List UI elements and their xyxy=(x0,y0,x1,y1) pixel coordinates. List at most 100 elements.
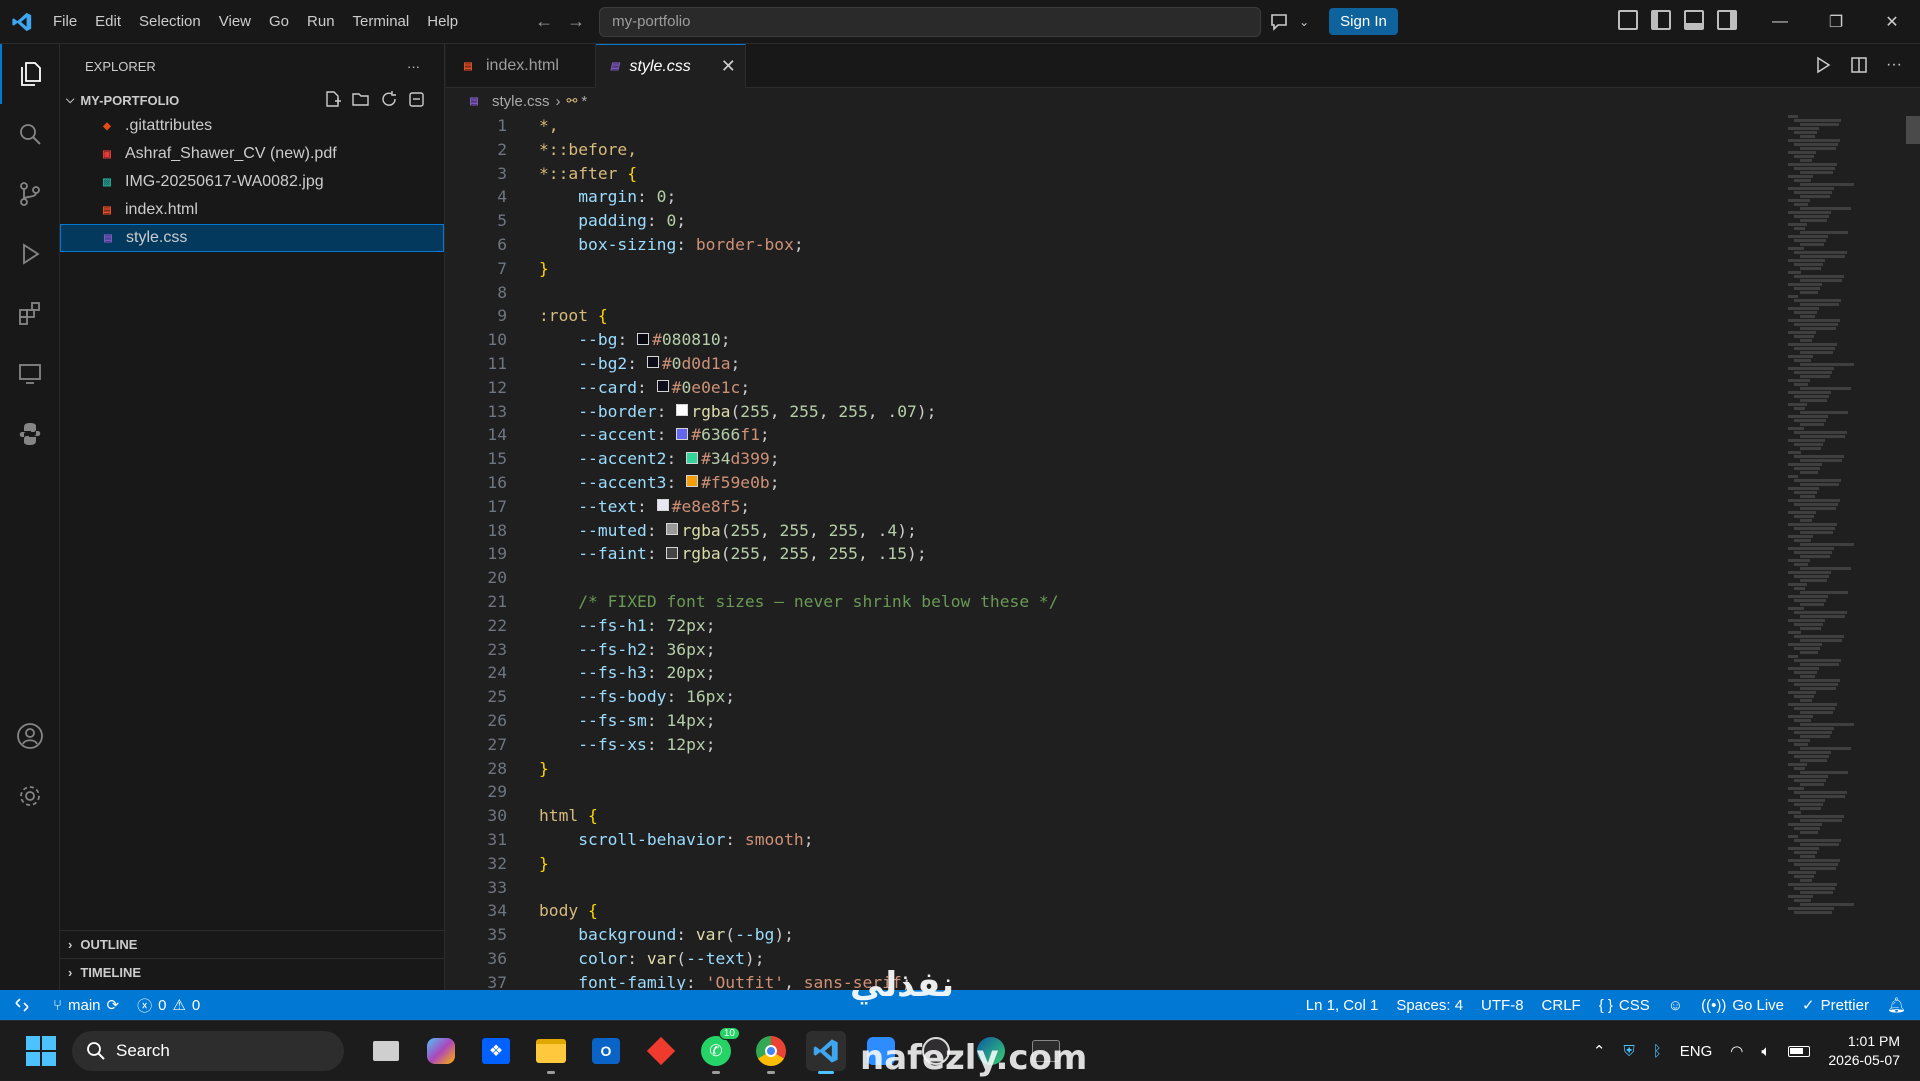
code-line[interactable]: 10 --bg: #080810; xyxy=(446,328,1786,352)
file-item[interactable]: ▣ Ashraf_Shawer_CV (new).pdf xyxy=(60,140,444,168)
copilot-app-icon[interactable] xyxy=(421,1031,461,1071)
remote-explorer-icon[interactable] xyxy=(0,344,60,404)
chevron-up-icon[interactable]: ⌃ xyxy=(1593,1042,1606,1060)
windows-start-icon[interactable] xyxy=(20,1030,62,1072)
menu-edit[interactable]: Edit xyxy=(86,0,130,44)
code-line[interactable]: 27 --fs-xs: 12px; xyxy=(446,733,1786,757)
minimap[interactable] xyxy=(1786,114,1904,990)
code-line[interactable]: 37 font-family: 'Outfit', sans-serif; xyxy=(446,971,1786,990)
python-icon[interactable] xyxy=(0,404,60,464)
tab-index-html[interactable]: ▤ index.html xyxy=(446,44,596,88)
restore-button[interactable]: ❐ xyxy=(1808,0,1864,44)
refresh-icon[interactable] xyxy=(380,90,398,111)
remote-indicator-icon[interactable] xyxy=(0,990,44,1020)
notifications-bell-icon[interactable]: 🔔︎ xyxy=(1878,996,1920,1014)
scrollbar-thumb[interactable] xyxy=(1906,116,1920,144)
cursor-position[interactable]: Ln 1, Col 1 xyxy=(1297,997,1388,1014)
file-item[interactable]: ▨ IMG-20250617-WA0082.jpg xyxy=(60,168,444,196)
code-line[interactable]: 21 /* FIXED font sizes — never shrink be… xyxy=(446,590,1786,614)
code-line[interactable]: 4 margin: 0; xyxy=(446,185,1786,209)
color-swatch[interactable] xyxy=(656,499,669,512)
sign-in-button[interactable]: Sign In xyxy=(1329,8,1398,35)
breadcrumb-file[interactable]: style.css xyxy=(492,93,550,110)
color-swatch[interactable] xyxy=(686,451,699,464)
go-live-button[interactable]: ((•)) Go Live xyxy=(1692,997,1793,1014)
color-swatch[interactable] xyxy=(676,427,689,440)
code-line[interactable]: 34 body { xyxy=(446,899,1786,923)
code-line[interactable]: 2 *::before, xyxy=(446,138,1786,162)
menu-go[interactable]: Go xyxy=(260,0,298,44)
vscode-taskbar-icon[interactable] xyxy=(806,1030,846,1074)
task-view-icon[interactable] xyxy=(366,1031,406,1071)
back-arrow-icon[interactable]: ← xyxy=(535,11,553,32)
code-line[interactable]: 26 --fs-sm: 14px; xyxy=(446,709,1786,733)
branch-status[interactable]: ⑂ main ⟳ xyxy=(44,996,128,1015)
code-line[interactable]: 1 *, xyxy=(446,114,1786,138)
code-line[interactable]: 32} xyxy=(446,852,1786,876)
menu-terminal[interactable]: Terminal xyxy=(344,0,419,44)
wifi-icon[interactable]: ◠ xyxy=(1730,1042,1743,1060)
clock[interactable]: 1:01 PM 2026-05-07 xyxy=(1828,1032,1900,1070)
menu-help[interactable]: Help xyxy=(418,0,467,44)
code-line[interactable]: 25 --fs-body: 16px; xyxy=(446,685,1786,709)
code-line[interactable]: 9:root { xyxy=(446,304,1786,328)
code-line[interactable]: 36 color: var(--text); xyxy=(446,947,1786,971)
file-item[interactable]: ▤ style.css xyxy=(60,224,444,252)
folder-my-portfolio[interactable]: ⌵ MY-PORTFOLIO xyxy=(60,88,444,112)
tab-style-css[interactable]: ▤ style.css ✕ xyxy=(596,44,746,88)
code-line[interactable]: 28} xyxy=(446,757,1786,781)
copilot-status-icon[interactable]: ☺ xyxy=(1659,997,1692,1014)
accounts-icon[interactable] xyxy=(0,706,60,766)
code-line[interactable]: 33 xyxy=(446,876,1786,900)
code-line[interactable]: 30 html { xyxy=(446,804,1786,828)
code-line[interactable]: 6 box-sizing: border-box; xyxy=(446,233,1786,257)
code-line[interactable]: 11 --bg2: #0d0d1a; xyxy=(446,352,1786,376)
extensions-icon[interactable] xyxy=(0,284,60,344)
battery-icon[interactable] xyxy=(1788,1043,1811,1060)
file-item[interactable]: ▤ index.html xyxy=(60,196,444,224)
security-shield-icon[interactable]: ⛨ xyxy=(1623,1043,1634,1060)
bluetooth-icon[interactable]: ᛒ xyxy=(1653,1043,1662,1060)
color-swatch[interactable] xyxy=(637,332,650,345)
problems-status[interactable]: ⓧ 0 ⚠ 0 xyxy=(128,995,209,1016)
close-window-button[interactable]: ✕ xyxy=(1864,0,1920,44)
more-actions-icon[interactable]: ··· xyxy=(1886,56,1902,79)
code-line[interactable]: 16 --accent3: #f59e0b; xyxy=(446,471,1786,495)
source-control-icon[interactable] xyxy=(0,164,60,224)
menu-selection[interactable]: Selection xyxy=(130,0,210,44)
color-swatch[interactable] xyxy=(666,546,679,559)
code-line[interactable]: 23 --fs-h2: 36px; xyxy=(446,638,1786,662)
taskbar-search[interactable]: Search xyxy=(72,1030,344,1071)
code-line[interactable]: 15 --accent2: #34d399; xyxy=(446,447,1786,471)
file-item[interactable]: ◆ .gitattributes xyxy=(60,112,444,140)
chevron-down-icon[interactable]: ⌄ xyxy=(1299,15,1309,29)
toggle-secondary-sidebar-icon[interactable] xyxy=(1717,10,1737,30)
copilot-chat-icon[interactable] xyxy=(1269,13,1289,31)
run-debug-icon[interactable] xyxy=(0,224,60,284)
code-line[interactable]: 7} xyxy=(446,257,1786,281)
customize-layout-icon[interactable] xyxy=(1618,10,1638,30)
collapse-all-icon[interactable] xyxy=(408,90,426,111)
code-line[interactable]: 12 --card: #0e0e1c; xyxy=(446,376,1786,400)
code-line[interactable]: 20 xyxy=(446,566,1786,590)
code-editor[interactable]: 1 *, 2 *::before, 3 *::after {4 margin: 0; 5 p… xyxy=(446,114,1786,990)
end-of-line[interactable]: CRLF xyxy=(1533,997,1590,1014)
code-line[interactable]: 3 *::after { xyxy=(446,162,1786,186)
run-icon[interactable] xyxy=(1814,56,1832,79)
editor-scrollbar[interactable] xyxy=(1904,114,1920,990)
command-center-search[interactable]: my-portfolio xyxy=(599,6,1262,37)
language-mode[interactable]: { } CSS xyxy=(1590,997,1659,1014)
outlook-icon[interactable]: O xyxy=(586,1031,626,1071)
code-line[interactable]: 19 --faint: rgba(255, 255, 255, .15); xyxy=(446,542,1786,566)
code-line[interactable]: 13 --border: rgba(255, 255, 255, .07); xyxy=(446,400,1786,424)
whatsapp-icon[interactable]: ✆ 10 xyxy=(696,1026,740,1074)
color-swatch[interactable] xyxy=(676,404,689,417)
color-swatch[interactable] xyxy=(646,356,659,369)
forward-arrow-icon[interactable]: → xyxy=(567,11,585,32)
code-line[interactable]: 8 xyxy=(446,281,1786,305)
encoding[interactable]: UTF-8 xyxy=(1472,997,1533,1014)
new-file-icon[interactable] xyxy=(324,90,342,111)
code-line[interactable]: 22 --fs-h1: 72px; xyxy=(446,614,1786,638)
code-line[interactable]: 29 xyxy=(446,780,1786,804)
explorer-icon[interactable] xyxy=(0,44,60,104)
